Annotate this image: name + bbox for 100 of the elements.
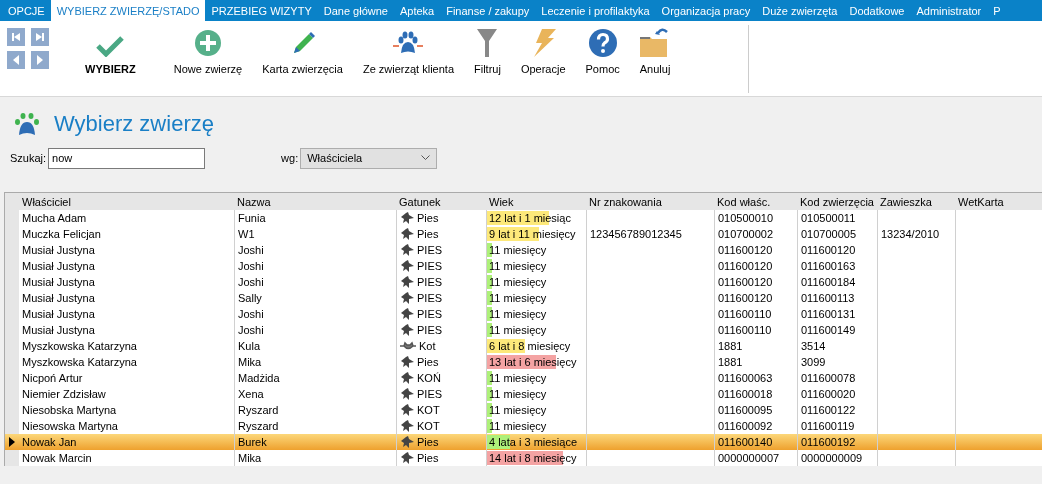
animal-code-cell: 011600122 (801, 404, 856, 416)
column-header[interactable]: WetKarta (955, 195, 1039, 208)
animal-code-cell: 3514 (801, 340, 826, 352)
toolbar-button[interactable]: Anuluj (629, 21, 681, 75)
table-row[interactable]: Musiał Justyna Joshi PIES 11 miesięcy 011600120 011600163 (5, 258, 1042, 274)
species-cell: Pies (400, 356, 439, 368)
select-button[interactable]: WYBIERZ (75, 21, 146, 75)
owner-cell: Nowak Jan (22, 436, 77, 448)
animal-code-cell: 011600184 (801, 276, 856, 288)
species-cell: PIES (400, 244, 443, 256)
toolbar-button[interactable]: Karta zwierzęcia (252, 21, 353, 75)
owner-code-cell: 011600140 (718, 436, 773, 448)
table-row[interactable]: Musiał Justyna Joshi PIES 11 miesięcy 011600110 011600131 (5, 306, 1042, 322)
last-record-button[interactable] (31, 28, 49, 46)
species-cell: PIES (400, 388, 443, 400)
owner-cell: Mucha Adam (22, 212, 87, 224)
owner-code-cell: 1881 (718, 340, 743, 352)
table-row[interactable]: Musiał Justyna Sally PIES 11 miesięcy 011600120 011600113 (5, 290, 1042, 306)
toolbar-button[interactable]: Ze zwierząt klienta (352, 21, 464, 75)
table-row[interactable]: Nicpoń Artur Madżida KOŃ 11 miesięcy 011600063 011600078 (5, 370, 1042, 386)
table-row[interactable]: Muczka Felicjan W1 Pies 9 lat i 11 miesięcy 123456789012345 010700002 010700005 13234/2010 (5, 226, 1042, 242)
age-cell-text: 11 miesięcy (488, 276, 547, 288)
search-field[interactable]: now (48, 147, 206, 169)
first-record-button[interactable] (7, 28, 25, 46)
column-header[interactable]: Właściciel (19, 195, 234, 208)
owner-cell: Musiał Justyna (22, 324, 95, 336)
search-by-label: wg: (281, 152, 299, 164)
name-cell: Joshi (238, 244, 264, 256)
owner-code-cell: 011600063 (718, 372, 773, 384)
table-row[interactable]: Mucha Adam Funia Pies 12 lat i 1 miesiąc 010500010 010500011 (5, 210, 1042, 226)
menu-tab[interactable]: Finanse / zakupy (440, 0, 536, 21)
owner-code-cell: 011600018 (718, 388, 773, 400)
owner-cell: Muczka Felicjan (22, 228, 101, 240)
toolbar-button[interactable]: Nowe zwierzę (163, 21, 253, 75)
animal-code-cell: 011600078 (801, 372, 856, 384)
owner-cell: Musiał Justyna (22, 308, 95, 320)
owner-code-cell: 010500010 (718, 212, 774, 224)
age-cell-text: 12 lat i 1 miesiąc (488, 212, 571, 224)
filter-icon (477, 29, 498, 57)
menu-tab[interactable]: Administrator (910, 0, 988, 21)
skip-to-end-icon (34, 31, 46, 43)
name-cell: Joshi (238, 260, 264, 272)
chevron-down-icon (421, 155, 431, 161)
animal-code-cell: 010700005 (801, 228, 857, 240)
table-row[interactable]: Myszkowska Katarzyna Kula Kot 6 lat i 8 miesięcy 1881 3514 (5, 338, 1042, 354)
owner-cell: Nicpoń Artur (22, 372, 83, 384)
table-row[interactable]: Musiał Justyna Joshi PIES 11 miesięcy 011600120 011600120 (5, 242, 1042, 258)
name-cell: Mika (238, 356, 262, 368)
menu-tab[interactable]: Leczenie i profilaktyka (535, 0, 656, 21)
column-header[interactable]: Kod właśc. (714, 195, 797, 208)
next-record-button[interactable] (31, 51, 49, 69)
column-header[interactable]: Wiek (486, 195, 586, 208)
table-row[interactable]: Nowak Jan Burek Pies 4 lata i 3 miesiące 011600140 011600192 (5, 434, 1042, 450)
animal-code-cell: 011600119 (801, 420, 855, 432)
toolbar-button[interactable]: Pomoc (575, 21, 630, 75)
animal-code-cell: 010500011 (801, 212, 856, 224)
column-header[interactable]: Nr znakowania (586, 195, 714, 208)
prev-record-button[interactable] (7, 51, 25, 69)
age-cell-text: 11 miesięcy (488, 420, 547, 432)
owner-code-cell: 011600120 (718, 244, 773, 256)
column-header[interactable]: Kod zwierzęcia (797, 195, 877, 208)
age-cell-text: 6 lat i 8 miesięcy (488, 340, 571, 352)
name-cell: Joshi (238, 324, 264, 336)
current-row-icon (9, 437, 15, 447)
menu-tab[interactable]: Apteka (393, 0, 441, 21)
owner-code-cell: 011600092 (718, 420, 773, 432)
menu-tab[interactable]: PRZEBIEG WIZYTY (205, 0, 318, 21)
table-row[interactable]: Musiał Justyna Joshi PIES 11 miesięcy 011600120 011600184 (5, 274, 1042, 290)
menu-tab[interactable]: Duże zwierzęta (756, 0, 844, 21)
table-row[interactable]: Niemier Zdzisław Xena PIES 11 miesięcy 011600018 011600020 (5, 386, 1042, 402)
animal-code-cell: 011600113 (801, 292, 855, 304)
animal-code-cell: 011600163 (801, 260, 856, 272)
owner-cell: Nowak Marcin (22, 452, 92, 464)
menu-tab[interactable]: Dane główne (317, 0, 394, 21)
menu-tab[interactable]: OPCJE (2, 0, 51, 21)
column-header[interactable]: Nazwa (234, 195, 396, 208)
name-cell: Xena (238, 388, 264, 400)
table-row[interactable]: Musiał Justyna Joshi PIES 11 miesięcy 011600110 011600149 (5, 322, 1042, 338)
species-cell: Pies (400, 212, 439, 224)
table-row[interactable]: Nowak Marcin Mika Pies 14 lat i 8 miesięcy 0000000007 0000000009 (5, 450, 1042, 466)
species-cell: KOT (400, 420, 440, 432)
menu-tab[interactable]: Organizacja pracy (655, 0, 757, 21)
menu-tab[interactable]: WYBIERZ ZWIERZĘ/STADO (50, 0, 206, 21)
menu-tab[interactable]: Dodatkowe (843, 0, 911, 21)
owner-code-cell: 0000000007 (718, 452, 780, 464)
table-row[interactable]: Niesobska Martyna Ryszard KOT 11 miesięcy 011600095 011600122 (5, 402, 1042, 418)
column-header[interactable]: Gatunek (396, 195, 486, 208)
menu-tab[interactable]: P (987, 0, 1007, 21)
table-row[interactable]: Myszkowska Katarzyna Mika Pies 13 lat i 6 miesięcy 1881 3099 (5, 354, 1042, 370)
column-header[interactable]: Zawieszka (877, 195, 955, 208)
species-cell: KOT (400, 404, 440, 416)
toolbar-button[interactable]: Operacje (510, 21, 576, 75)
search-by-dropdown[interactable]: Właściciela (300, 147, 438, 169)
name-cell: Funia (238, 212, 266, 224)
animal-code-cell: 011600131 (801, 308, 856, 320)
name-cell: Joshi (238, 276, 264, 288)
species-cell: PIES (400, 260, 443, 272)
owner-cell: Musiał Justyna (22, 276, 95, 288)
name-cell: Madżida (238, 372, 280, 384)
toolbar-button[interactable]: Filtruj (464, 21, 511, 75)
